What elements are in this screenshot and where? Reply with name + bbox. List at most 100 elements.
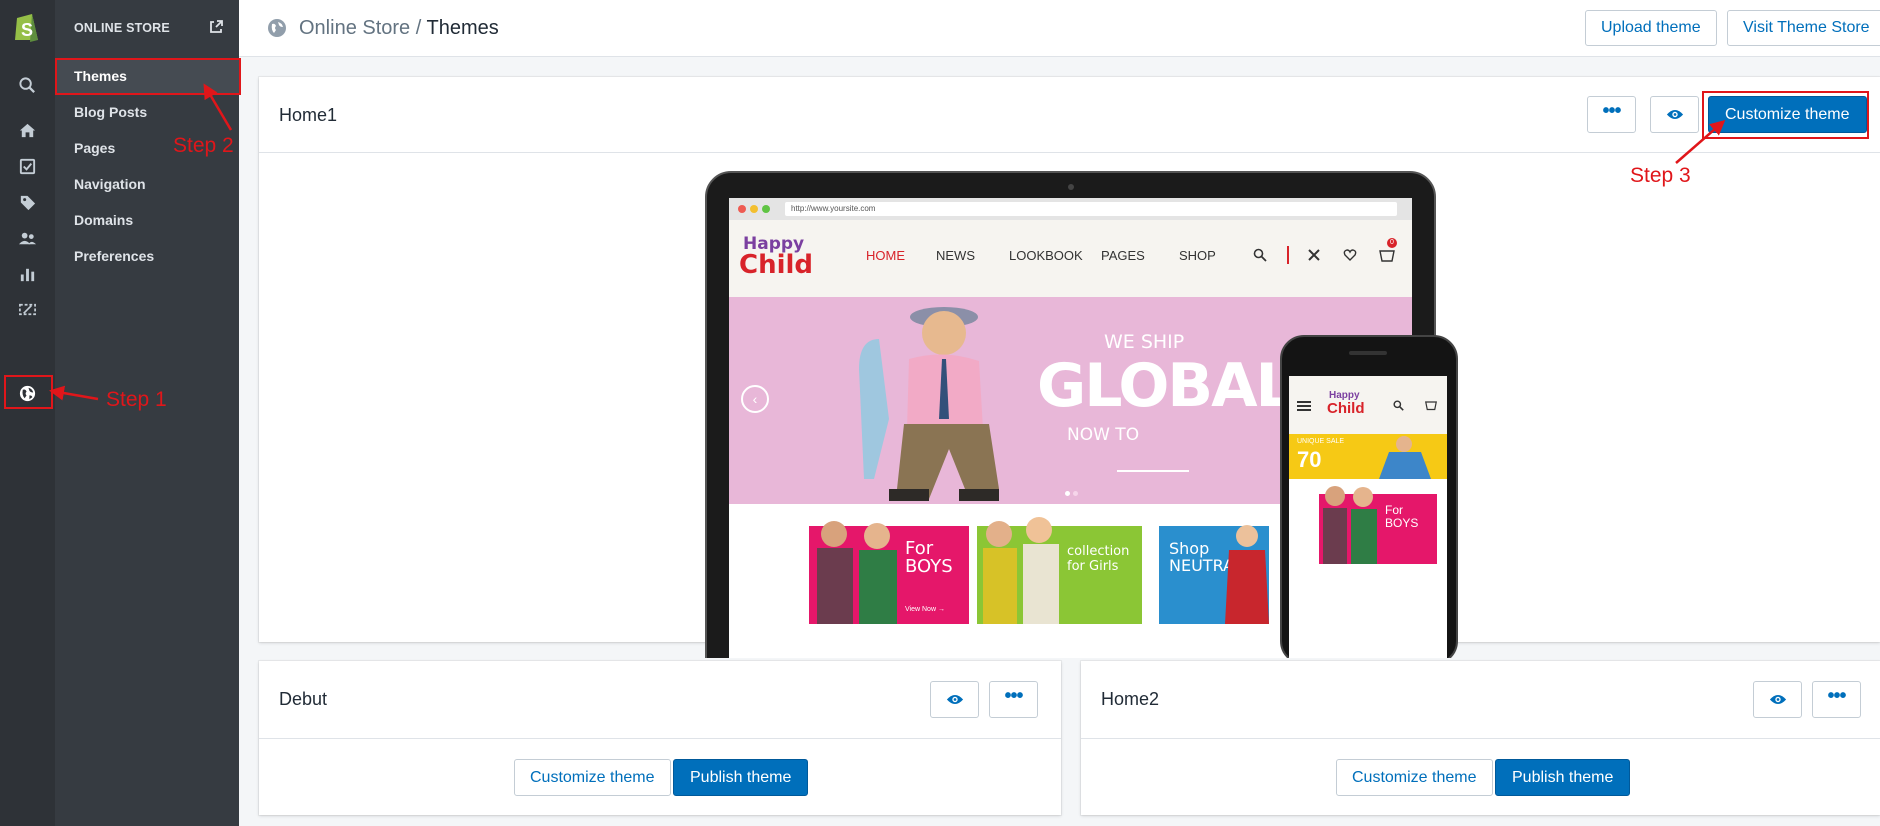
- online-store-nav: ONLINE STORE Themes Blog Posts Pages Nav…: [55, 0, 239, 826]
- site-search-icon: [1253, 248, 1267, 262]
- step1-label: Step 1: [106, 388, 167, 411]
- camera-dot: [1068, 184, 1074, 190]
- site-header: Happy Child HOME NEWS LOOKBOOK PAGES SHO…: [729, 220, 1412, 297]
- phone-search-icon: [1393, 400, 1404, 411]
- hero-dot: [1065, 491, 1070, 496]
- site-heart-icon: [1343, 249, 1357, 261]
- customize-theme-button[interactable]: Customize theme: [514, 759, 671, 796]
- site-cart-icon: [1379, 250, 1395, 262]
- theme-name: Home2: [1101, 689, 1160, 709]
- theme-preview: http://www.yoursite.com Happy Child HOME…: [259, 153, 1880, 658]
- site-tools-icon: [1308, 249, 1320, 261]
- online-store-icon: [267, 18, 287, 38]
- card-divider: [259, 738, 1061, 739]
- analytics-icon[interactable]: [14, 261, 40, 287]
- hero-kid-image: [859, 307, 999, 501]
- phone-sale-label: UNIQUE SALE: [1297, 438, 1345, 445]
- hero-prev-arrow: ‹: [741, 385, 769, 413]
- upload-theme-button[interactable]: Upload theme: [1585, 10, 1717, 46]
- visit-theme-store-button[interactable]: Visit Theme Store: [1727, 10, 1880, 46]
- preview-theme-button[interactable]: [930, 681, 979, 718]
- home-icon[interactable]: [14, 117, 40, 143]
- theme-name: Home1: [279, 105, 338, 125]
- svg-text:S: S: [21, 20, 33, 40]
- theme-card-home2: Home2 ••• Customize theme Publish theme: [1081, 661, 1880, 815]
- hero-small-text: WE SHIP: [1104, 331, 1185, 353]
- card-divider: [1081, 738, 1880, 739]
- theme-actions-button[interactable]: •••: [989, 681, 1038, 718]
- site-menu-lookbook: LOOKBOOK: [1009, 248, 1083, 263]
- theme-actions-button[interactable]: •••: [1812, 681, 1861, 718]
- phone-category-photo: [1323, 486, 1377, 564]
- breadcrumb-separator: /: [415, 17, 422, 39]
- customers-icon[interactable]: [14, 225, 40, 251]
- maximize-dot: [762, 205, 770, 213]
- top-bar: Online Store / Themes Upload theme Visit…: [239, 0, 1880, 57]
- step2-label: Step 2: [173, 134, 234, 157]
- shopify-logo[interactable]: S: [12, 10, 42, 44]
- hero-underline: [1117, 470, 1189, 472]
- phone-header: Happy Child: [1289, 376, 1447, 434]
- publish-theme-button[interactable]: Publish theme: [673, 759, 809, 796]
- site-menu-pages: PAGES: [1101, 248, 1145, 263]
- theme-name: Debut: [279, 689, 328, 709]
- step3-label: Step 3: [1630, 164, 1691, 187]
- url-bar: http://www.yoursite.com: [785, 202, 1397, 216]
- phone-category-label: For BOYS: [1385, 503, 1419, 530]
- phone-sale-banner: UNIQUE SALE 70: [1289, 434, 1447, 479]
- more-icon: •••: [1827, 684, 1846, 707]
- more-icon: •••: [1602, 99, 1621, 122]
- eye-icon: [946, 695, 963, 704]
- phone-brand-bottom: Child: [1327, 400, 1365, 417]
- site-brand-bottom: Child: [739, 250, 814, 280]
- site-menu-news: NEWS: [936, 248, 975, 263]
- preview-theme-button[interactable]: [1650, 96, 1699, 133]
- breadcrumb: Online Store / Themes: [299, 17, 499, 40]
- browser-bar: http://www.yoursite.com: [729, 198, 1412, 220]
- preview-theme-button[interactable]: [1753, 681, 1802, 718]
- publish-theme-button[interactable]: Publish theme: [1495, 759, 1631, 796]
- category-neutral-photo: [1225, 525, 1269, 624]
- search-icon[interactable]: [14, 72, 40, 98]
- phone-category-boys: For BOYS: [1319, 486, 1437, 564]
- sidebar-item-domains[interactable]: Domains: [55, 202, 239, 238]
- customize-theme-button[interactable]: Customize theme: [1336, 759, 1493, 796]
- page-title: Themes: [426, 17, 499, 39]
- hero-sub-text: NOW TO: [1067, 425, 1140, 445]
- category-boys-photo: [817, 521, 897, 624]
- hero-dot: [1073, 491, 1078, 496]
- phone-menu-icon: [1297, 401, 1311, 411]
- phone-cart-icon: [1425, 401, 1437, 411]
- theme-card-debut: Debut ••• Customize theme Publish theme: [259, 661, 1061, 815]
- eye-icon: [1666, 110, 1683, 119]
- more-icon: •••: [1004, 684, 1023, 707]
- phone-speaker: [1349, 351, 1387, 355]
- step2-highlight-box: [55, 58, 241, 95]
- sidebar-item-preferences[interactable]: Preferences: [55, 238, 239, 274]
- category-girls-label: collection for Girls: [1067, 544, 1130, 574]
- orders-icon[interactable]: [14, 153, 40, 179]
- category-girls-photo: [983, 517, 1059, 624]
- minimize-dot: [750, 205, 758, 213]
- step3-highlight-box: [1702, 91, 1869, 139]
- site-menu-shop: SHOP: [1179, 248, 1216, 263]
- phone-sale-value: 70: [1297, 447, 1322, 472]
- category-boys: For BOYS View Now →: [809, 521, 969, 624]
- tag-icon[interactable]: [14, 189, 40, 215]
- breadcrumb-parent[interactable]: Online Store: [299, 17, 410, 39]
- site-menu-home: HOME: [866, 248, 905, 263]
- discounts-icon[interactable]: [14, 296, 40, 322]
- step1-highlight-box: [4, 375, 53, 409]
- sidebar-item-blog-posts[interactable]: Blog Posts: [55, 94, 239, 130]
- sidenav-title: ONLINE STORE: [74, 21, 170, 35]
- category-girls: collection for Girls: [977, 517, 1142, 624]
- phone-screen: Happy Child UNIQUE SALE 70 For BOYS: [1289, 376, 1447, 658]
- sidebar-item-navigation[interactable]: Navigation: [55, 166, 239, 202]
- theme-actions-button[interactable]: •••: [1587, 96, 1636, 133]
- current-theme-card: Home1 ••• Customize theme http://www.you…: [259, 77, 1880, 658]
- category-neutral-label: Shop NEUTRAL: [1169, 539, 1243, 575]
- category-neutral: Shop NEUTRAL: [1159, 525, 1269, 624]
- site-cart-count: 0: [1387, 238, 1397, 248]
- external-link-icon[interactable]: [208, 19, 224, 35]
- site-header-divider: [1287, 246, 1289, 264]
